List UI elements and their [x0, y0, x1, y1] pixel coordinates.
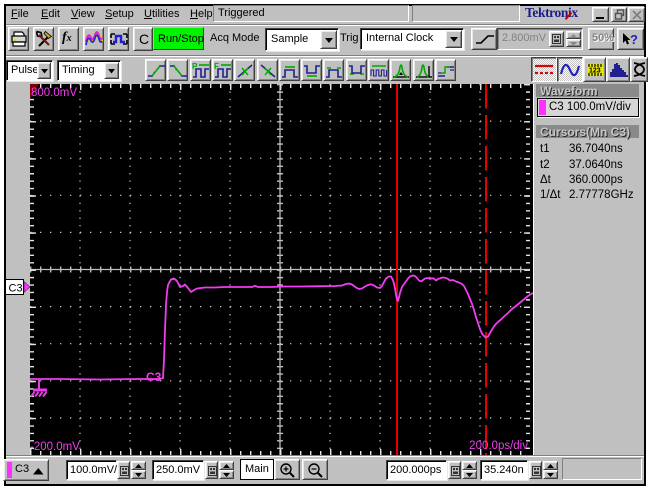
svg-text:?: ? — [630, 32, 638, 47]
svg-text:-200.0mV: -200.0mV — [30, 441, 80, 453]
svg-text:800.0mV: 800.0mV — [31, 87, 77, 99]
svg-text:C3: C3 — [9, 283, 23, 295]
svg-text:C3: C3 — [146, 370, 162, 384]
svg-text:200.0ps/div: 200.0ps/div — [469, 440, 528, 452]
svg-text:123: 123 — [589, 68, 601, 75]
